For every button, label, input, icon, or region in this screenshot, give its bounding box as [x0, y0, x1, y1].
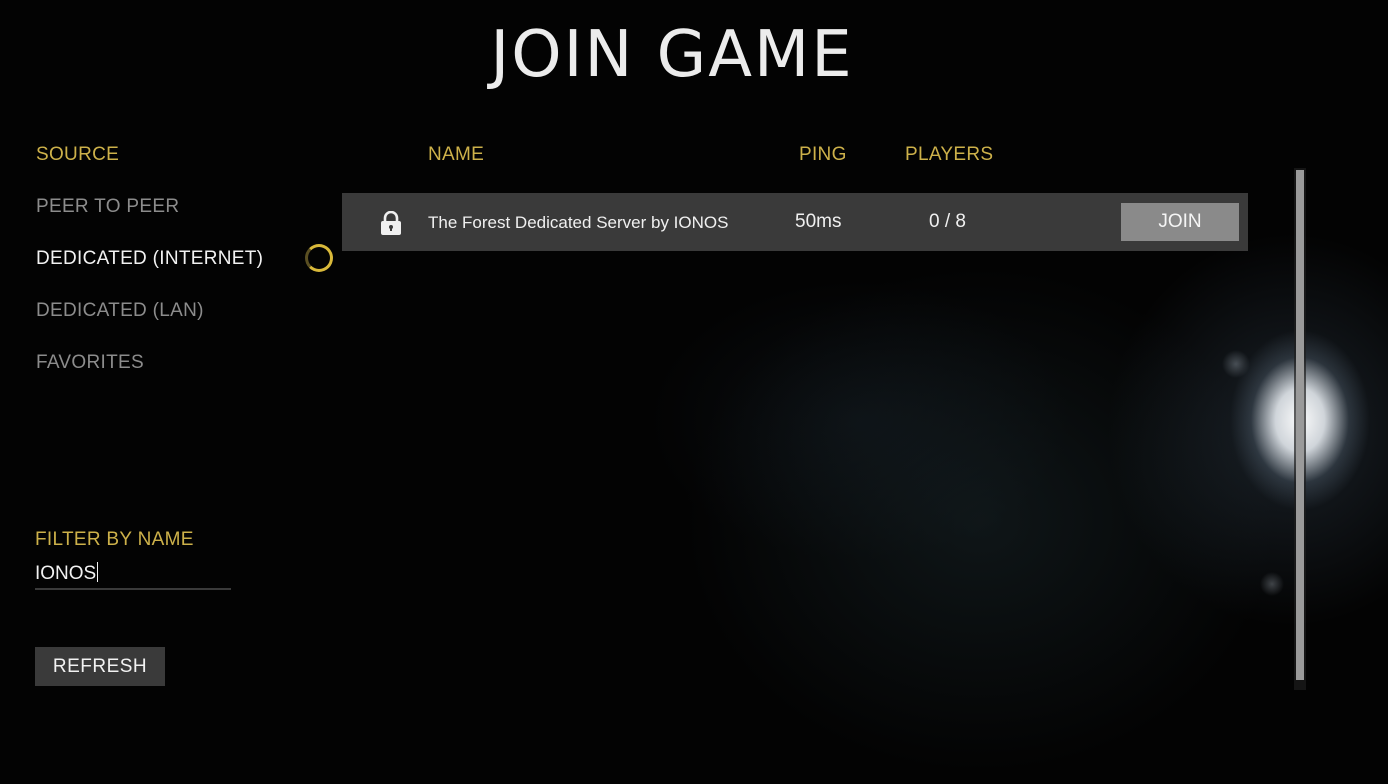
text-caret [97, 562, 99, 582]
server-list-scrollbar[interactable] [1294, 168, 1306, 690]
source-dedicated-lan[interactable]: DEDICATED (LAN) [36, 300, 204, 322]
server-ping: 50ms [795, 211, 842, 232]
column-header-players[interactable]: PLAYERS [905, 144, 993, 166]
lock-icon [381, 211, 401, 235]
server-players: 0 / 8 [929, 211, 966, 232]
page-title: JOIN GAME [490, 18, 854, 92]
filter-name-input[interactable]: IONOS [35, 560, 231, 590]
column-header-ping[interactable]: PING [799, 144, 847, 166]
filter-input-value: IONOS [35, 563, 97, 584]
source-dedicated-internet[interactable]: DEDICATED (INTERNET) [36, 248, 263, 270]
server-row[interactable]: The Forest Dedicated Server by IONOS 50m… [342, 193, 1248, 251]
source-favorites[interactable]: FAVORITES [36, 352, 144, 374]
refresh-button[interactable]: REFRESH [35, 647, 165, 686]
source-heading: SOURCE [36, 144, 120, 165]
background-scene [0, 0, 1388, 784]
column-header-name[interactable]: NAME [428, 144, 484, 166]
server-name: The Forest Dedicated Server by IONOS [428, 213, 729, 232]
join-button[interactable]: JOIN [1121, 203, 1239, 241]
scrollbar-thumb[interactable] [1296, 170, 1304, 680]
filter-heading: FILTER BY NAME [35, 529, 194, 550]
spinner-icon [305, 244, 333, 272]
source-peer-to-peer[interactable]: PEER TO PEER [36, 196, 179, 218]
